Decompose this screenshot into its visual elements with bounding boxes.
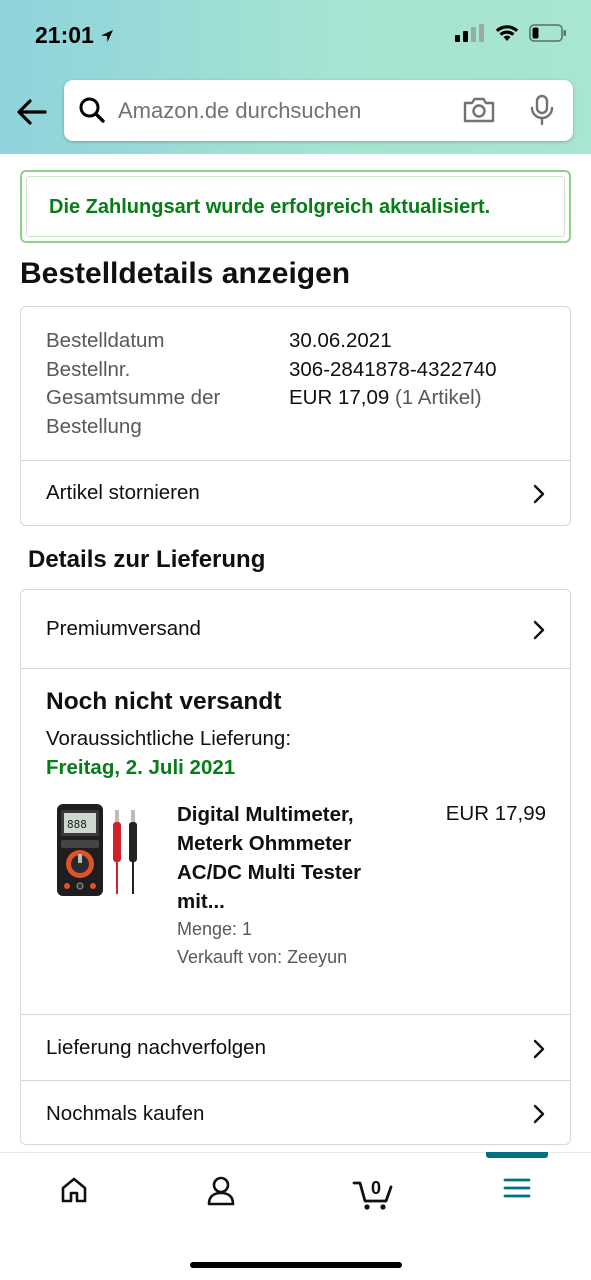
tab-account[interactable] (191, 1175, 251, 1215)
order-number-value: 306-2841878-4322740 (289, 358, 497, 381)
order-number-row: Bestellnr. 306-2841878-4322740 (46, 355, 496, 384)
success-alert-message: Die Zahlungsart wurde erfolgreich aktual… (49, 196, 491, 218)
shipment-status: Noch nicht versandt (46, 688, 282, 715)
camera-icon[interactable] (462, 95, 496, 125)
cancel-items-label: Artikel stornieren (46, 481, 200, 504)
chevron-right-icon (533, 484, 545, 504)
success-alert-inner: Die Zahlungsart wurde erfolgreich aktual… (26, 176, 565, 237)
delivery-section-title: Details zur Lieferung (28, 546, 266, 573)
home-icon (61, 1177, 87, 1203)
delivery-card: Premiumversand Noch nicht versandt Vorau… (20, 589, 571, 1145)
active-tab-indicator (486, 1152, 548, 1158)
track-delivery-label: Lieferung nachverfolgen (46, 1036, 266, 1059)
microphone-icon[interactable] (528, 94, 556, 126)
search-icon (79, 97, 105, 123)
expected-delivery-date: Freitag, 2. Juli 2021 (46, 756, 236, 779)
tab-menu[interactable] (487, 1175, 547, 1215)
order-summary-card: Bestelldatum 30.06.2021 Bestellnr. 306-2… (20, 306, 571, 526)
cancel-items-row[interactable]: Artikel stornieren (21, 461, 570, 525)
home-indicator (190, 1262, 402, 1268)
buy-again-row[interactable]: Nochmals kaufen (21, 1081, 570, 1145)
header-bar: 21:01 Amazon.de durchsuchen (0, 0, 591, 154)
order-total-value: EUR 17,09 (289, 386, 390, 409)
product-price: EUR 17,99 (445, 802, 546, 825)
shipping-method-label: Premiumversand (46, 617, 201, 640)
cart-icon: 0 (352, 1178, 393, 1210)
search-field[interactable]: Amazon.de durchsuchen (64, 80, 573, 141)
chevron-right-icon (533, 1039, 545, 1059)
status-indicators (455, 24, 567, 42)
shipping-method-row[interactable]: Premiumversand (21, 590, 570, 668)
order-number-label: Bestellnr. (46, 358, 131, 381)
order-total-value-wrap: EUR 17,09 (1 Artikel) (289, 383, 482, 412)
product-title-link[interactable]: Digital Multimeter, Meterk Ohmmeter AC/D… (177, 800, 407, 916)
product-quantity: Menge: 1 (177, 919, 253, 939)
product-seller: Verkauft von: Zeeyun (177, 947, 348, 967)
chevron-right-icon (533, 620, 545, 640)
account-icon (207, 1176, 235, 1206)
divider (21, 668, 570, 669)
tab-cart[interactable]: 0 (340, 1175, 406, 1215)
cart-count: 0 (371, 1178, 381, 1198)
svg-text:888: 888 (67, 818, 87, 831)
clock: 21:01 (35, 22, 94, 48)
order-date-label: Bestelldatum (46, 329, 165, 352)
page-title: Bestelldetails anzeigen (20, 257, 351, 290)
status-time: 21:01 (35, 22, 115, 49)
menu-icon (503, 1178, 531, 1198)
order-date-row: Bestelldatum 30.06.2021 (46, 326, 392, 355)
order-total-label-line2: Bestellung (46, 415, 142, 438)
chevron-right-icon (533, 1104, 545, 1124)
location-arrow-icon (100, 29, 113, 42)
buy-again-label: Nochmals kaufen (46, 1102, 205, 1125)
success-alert: Die Zahlungsart wurde erfolgreich aktual… (20, 170, 571, 243)
track-delivery-row[interactable]: Lieferung nachverfolgen (21, 1015, 570, 1080)
signal-icon (455, 24, 484, 42)
bottom-tab-bar: 0 (0, 1152, 591, 1280)
expected-delivery-label: Voraussichtliche Lieferung: (46, 727, 292, 750)
back-arrow-icon[interactable] (14, 94, 50, 130)
product-image[interactable]: 888 (55, 800, 145, 900)
tab-home[interactable] (44, 1175, 104, 1215)
order-total-label-row2: Bestellung (46, 412, 142, 441)
search-input[interactable]: Amazon.de durchsuchen (118, 98, 361, 124)
order-total-items: (1 Artikel) (394, 386, 482, 409)
order-total-label-line1: Gesamtsumme der (46, 386, 221, 409)
battery-icon (529, 24, 566, 42)
order-date-value: 30.06.2021 (289, 329, 392, 352)
wifi-icon (495, 25, 519, 41)
order-total-row: Gesamtsumme der EUR 17,09 (1 Artikel) (46, 383, 482, 412)
